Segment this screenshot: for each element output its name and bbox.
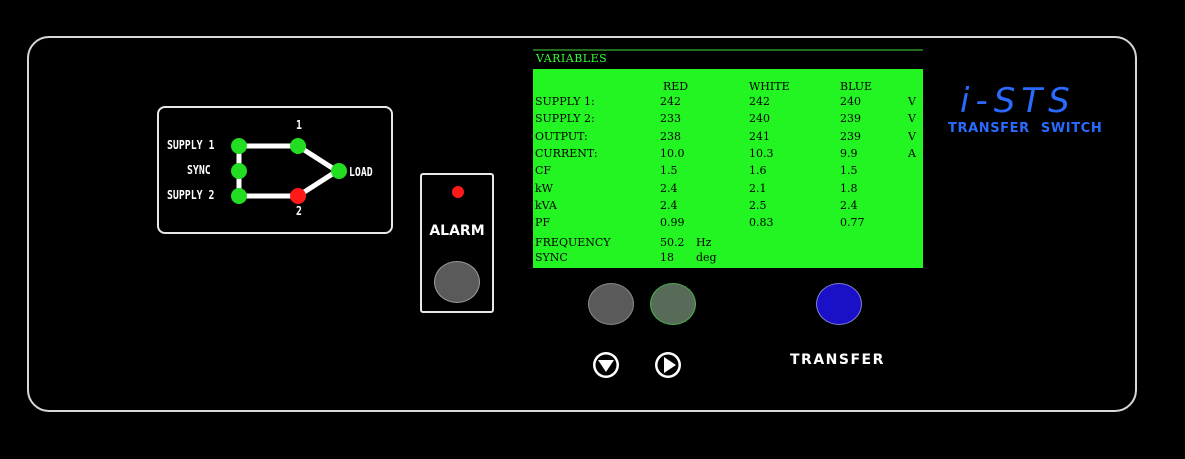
sync-value: 18 (660, 251, 674, 264)
row-red-value: 0.99 (660, 216, 685, 230)
lcd-title: VARIABLES (533, 49, 923, 67)
sync-row-label: SYNC (535, 251, 568, 264)
row-white-value: 242 (749, 95, 770, 108)
row-white-value: 0.83 (749, 216, 774, 230)
alarm-panel: ALARM (420, 173, 494, 313)
row-label: kW (535, 181, 553, 195)
brand-logo: i-STS TRANSFER SWITCH (948, 84, 1102, 136)
alarm-label: ALARM (429, 223, 485, 239)
row-red-value: 233 (660, 112, 681, 126)
sync-unit: deg (696, 251, 717, 264)
logo-main: i-STS (960, 81, 1076, 121)
row-blue-value: 0.77 (840, 216, 865, 230)
function-button-left[interactable] (588, 283, 634, 325)
sync-label: SYNC (187, 163, 211, 177)
supply2-label: SUPPLY 2 (167, 188, 215, 202)
row-blue-value: 2.4 (840, 198, 858, 212)
row-white-value: 2.5 (749, 198, 767, 212)
row-blue-value: 1.8 (840, 181, 858, 195)
frequency-label: FREQUENCY (535, 236, 611, 249)
row-red-value: 1.5 (660, 164, 678, 178)
sync-indicator (231, 163, 247, 179)
row-white-value: 2.1 (749, 181, 767, 195)
switch1-indicator (290, 138, 306, 154)
load-label: LOAD (349, 165, 373, 179)
header-red: RED (663, 80, 689, 93)
row-blue-value: 1.5 (840, 164, 858, 178)
row-red-value: 242 (660, 95, 681, 108)
switch2-indicator (290, 188, 306, 204)
row-label: CF (535, 164, 552, 178)
row-unit: A (908, 146, 916, 160)
header-blue: BLUE (840, 80, 873, 93)
transfer-label: TRANSFER (790, 352, 885, 368)
row-unit: V (908, 95, 916, 108)
supply1-label: SUPPLY 1 (167, 138, 215, 152)
right-arrow-icon[interactable] (653, 350, 683, 380)
row-label: SUPPLY 1: (535, 95, 595, 108)
header-white: WHITE (749, 80, 790, 93)
row-red-value: 2.4 (660, 198, 678, 212)
row-red-value: 10.0 (660, 146, 685, 160)
down-arrow-icon[interactable] (591, 350, 621, 380)
row-red-value: 238 (660, 129, 681, 143)
alarm-reset-button[interactable] (434, 261, 480, 303)
row-blue-value: 9.9 (840, 146, 858, 160)
row-label: PF (535, 216, 551, 230)
supply1-indicator (231, 138, 247, 154)
logo-subtitle: TRANSFER SWITCH (948, 121, 1103, 136)
supply2-indicator (231, 188, 247, 204)
transfer-button[interactable] (816, 283, 862, 325)
row-blue-value: 239 (840, 129, 861, 143)
function-button-right[interactable] (650, 283, 696, 325)
switch1-label: 1 (296, 118, 302, 132)
row-label: OUTPUT: (535, 129, 588, 143)
row-white-value: 240 (749, 112, 770, 126)
row-white-value: 241 (749, 129, 770, 143)
alarm-led (452, 186, 464, 198)
row-blue-value: 239 (840, 112, 861, 126)
switch2-label: 2 (296, 204, 302, 218)
frequency-value: 50.2 (660, 236, 685, 249)
row-red-value: 2.4 (660, 181, 678, 195)
mimic-diagram: SUPPLY 1 SYNC SUPPLY 2 1 2 LOAD (157, 106, 393, 234)
row-label: kVA (535, 198, 557, 212)
frequency-unit: Hz (696, 236, 712, 249)
row-label: CURRENT: (535, 146, 598, 160)
load-indicator (331, 163, 347, 179)
row-unit: V (908, 129, 916, 143)
row-blue-value: 240 (840, 95, 861, 108)
row-white-value: 10.3 (749, 146, 774, 160)
row-white-value: 1.6 (749, 164, 767, 178)
row-unit: V (908, 112, 916, 126)
row-label: SUPPLY 2: (535, 112, 595, 126)
lcd-display: RED WHITE BLUE SUPPLY 1: 242 242 240 V SUPPLY… (533, 69, 923, 268)
